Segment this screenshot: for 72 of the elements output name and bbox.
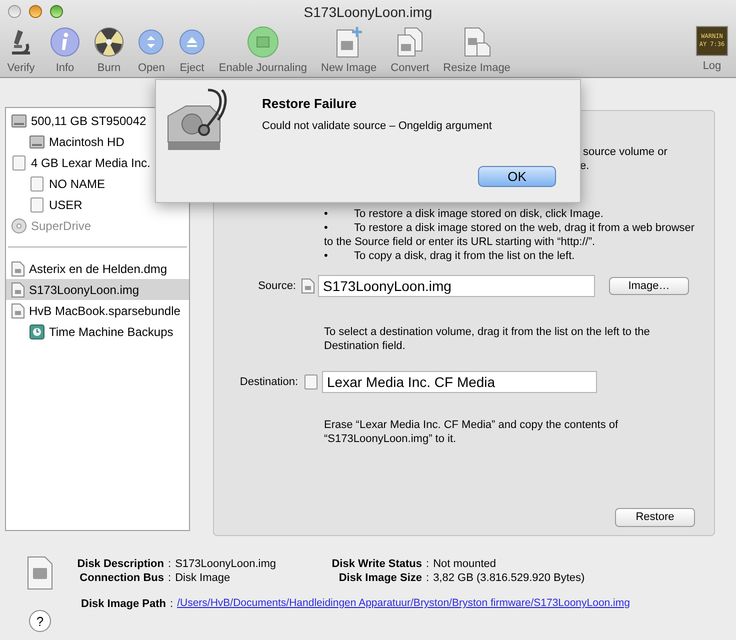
zoom-button[interactable] (50, 5, 63, 18)
separator-text: : (167, 571, 172, 584)
disk-icon (246, 26, 279, 58)
toolbar-button[interactable]: Resize Image (441, 26, 512, 76)
file-icon (11, 260, 25, 276)
sidebar-item[interactable]: 4 GB Lexar Media Inc. (6, 152, 189, 173)
sidebar-item[interactable]: USER (6, 194, 189, 215)
window-title: S173LoonyLoon.img (304, 3, 432, 22)
image-button[interactable]: Image… (609, 277, 689, 295)
up-down-arrows-icon (138, 29, 164, 55)
field-label: Connection Bus (78, 571, 164, 584)
field-label: Disk Write Status (330, 557, 422, 570)
toolbar-button[interactable]: Open (136, 26, 167, 76)
separator-text: : (425, 571, 430, 584)
field-value: S173LoonyLoon.img (175, 557, 276, 570)
toolbar-button[interactable]: Eject (176, 26, 207, 76)
instruction-text: source volume or (583, 145, 668, 160)
blank-drive-icon (11, 154, 27, 170)
stacked-files-icon (394, 26, 425, 58)
toolbar-button[interactable]: Info (48, 26, 82, 76)
instruction-text: To select a destination volume, drag it from the list on the left to the Destination field. (324, 325, 651, 353)
restore-button[interactable]: Restore (615, 508, 695, 527)
field-value: Disk Image (175, 571, 230, 584)
sidebar-item[interactable]: 500,11 GB ST950042 (6, 110, 189, 131)
file-icon (301, 278, 315, 294)
optical-disc-icon (11, 218, 27, 234)
file-icon (11, 302, 25, 318)
alert-title: Restore Failure (262, 95, 357, 113)
radiation-icon (94, 27, 124, 57)
sidebar-item[interactable]: Asterix en de Helden.dmg (6, 258, 189, 279)
instruction-text: • To copy a disk, drag it from the list on the left. (324, 249, 576, 263)
blank-drive-icon (303, 374, 319, 390)
close-button[interactable] (8, 5, 21, 18)
instruction-text: • To restore a disk image stored on the web, drag it from a web browser to the Source field or enter its URL starting with “http://”. (324, 221, 696, 249)
sidebar-item[interactable]: HvB MacBook.sparsebundle (6, 300, 189, 321)
field-label: Source: (257, 278, 297, 294)
field-value: Not mounted (433, 557, 496, 570)
disk-image-file-icon (27, 556, 53, 590)
toolbar-button[interactable]: Burn (92, 26, 126, 76)
field-label: Disk Description (76, 557, 164, 570)
separator-text: : (169, 597, 174, 612)
ok-button[interactable]: OK (478, 166, 556, 187)
blank-drive-icon (29, 176, 45, 192)
minimize-button[interactable] (29, 5, 42, 18)
path-link[interactable]: /Users/HvB/Documents/Handleidingen Apparatuur/Bryston/Bryston firmware/S173LoonyLoon.img (177, 596, 630, 612)
sidebar-item[interactable]: Macintosh HD (6, 131, 189, 152)
field-label: Destination: (238, 374, 299, 390)
eject-icon (178, 29, 205, 55)
sidebar-item[interactable]: Time Machine Backups (6, 321, 189, 342)
summary-text: Erase “Lexar Media Inc. CF Media” and copy the contents of “S173LoonyLoon.img” to it. (324, 418, 620, 446)
source-field[interactable]: S173LoonyLoon.img (318, 275, 595, 297)
info-icon (50, 27, 80, 57)
sidebar-item[interactable]: NO NAME (6, 173, 189, 194)
field-value: 3,82 GB (3.816.529.920 Bytes) (433, 571, 585, 584)
instruction-text: • To restore a disk image stored on disk, click Image. (324, 207, 604, 221)
field-label: Disk Image Path (80, 597, 166, 612)
destination-field[interactable]: Lexar Media Inc. CF Media (322, 371, 597, 393)
toolbar-button[interactable]: Verify (4, 26, 38, 76)
alert-message: Could not validate source – Ongeldig argument (262, 119, 492, 134)
field-label: Disk Image Size (338, 571, 422, 584)
separator-text: : (167, 557, 172, 570)
toolbar-button[interactable]: New Image (319, 26, 379, 76)
file-icon (11, 282, 25, 298)
blank-drive-icon (29, 196, 45, 212)
new-image-file-icon (334, 26, 364, 58)
separator-text: : (425, 557, 430, 570)
sidebar-item[interactable]: S173LoonyLoon.img (6, 279, 189, 300)
toolbar-button[interactable]: Convert (388, 26, 432, 76)
toolbar-button[interactable]: Enable Journaling (216, 26, 309, 76)
time-machine-icon (29, 324, 45, 340)
help-button[interactable]: ? (29, 610, 51, 632)
resize-files-icon (462, 26, 492, 58)
